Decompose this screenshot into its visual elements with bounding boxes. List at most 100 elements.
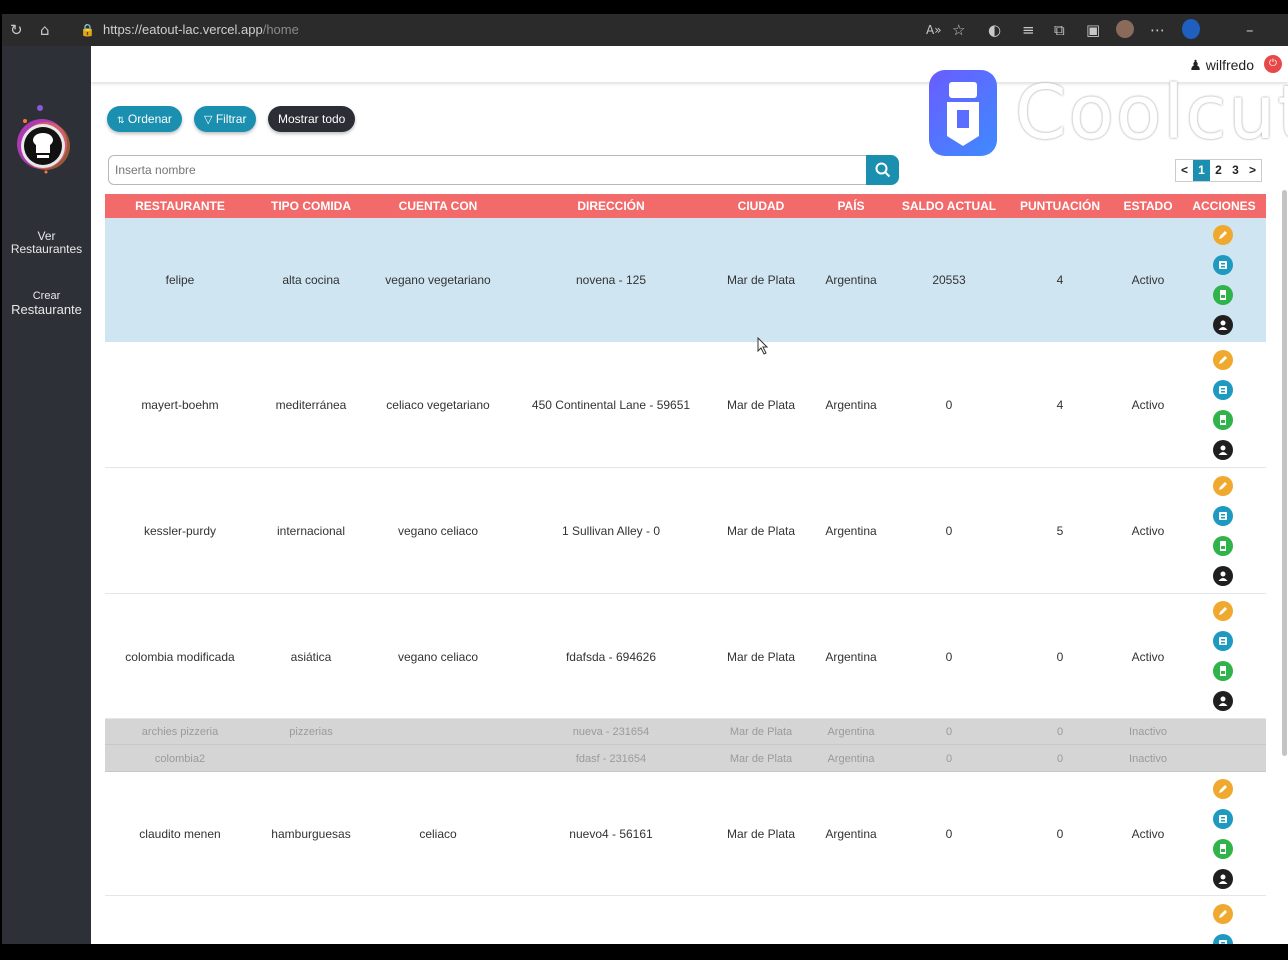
edit-icon[interactable]	[1213, 601, 1233, 621]
filter-button[interactable]: ▽ Filtrar	[194, 106, 257, 132]
column-header: CUENTA CON	[398, 199, 478, 213]
cell-balance: 20553	[932, 273, 966, 287]
read-aloud-icon[interactable]: A»	[926, 20, 942, 40]
menu-icon[interactable]	[1213, 934, 1233, 944]
minimize-icon[interactable]: –	[1246, 20, 1254, 40]
pagination-next[interactable]: >	[1244, 160, 1261, 181]
cell-status: Activo	[1131, 273, 1165, 287]
cell-name: colombia modificada	[125, 649, 235, 664]
table-row[interactable]: claudito menen hamburguesas celiaco nuevo4 …	[105, 772, 1266, 896]
cell-features: vegano vegetariano	[385, 273, 491, 287]
favorites-list-icon[interactable]: ≡	[1022, 20, 1035, 40]
sidebar-item-line2: Restaurantes	[10, 242, 83, 256]
document-icon[interactable]	[1213, 535, 1233, 556]
scrollbar[interactable]	[1282, 190, 1287, 756]
edit-icon[interactable]	[1213, 778, 1233, 799]
cell-balance: 0	[945, 524, 953, 538]
sidebar-item-ver-restaurantes[interactable]: Ver Restaurantes	[2, 230, 91, 256]
document-icon[interactable]	[1213, 838, 1233, 859]
cell-city: Mar de Plata	[726, 649, 796, 664]
filter-icon: ▽	[204, 114, 213, 126]
refresh-icon[interactable]: ↻	[10, 20, 23, 40]
column-header: RESTAURANTE	[135, 199, 225, 213]
sort-icon: ⇅	[117, 115, 125, 125]
user-icon[interactable]	[1213, 691, 1233, 711]
table-row[interactable]: mayert-boehm mediterránea celiaco vegetari…	[105, 342, 1266, 468]
address-bar[interactable]: https://eatout-lac.vercel.app/home	[103, 22, 299, 37]
browser-chrome: ↻ ⌂ 🔒 https://eatout-lac.vercel.app/home…	[0, 0, 1288, 46]
home-icon[interactable]: ⌂	[40, 20, 50, 40]
more-icon[interactable]: ⋯	[1150, 20, 1165, 40]
search-button[interactable]	[866, 155, 899, 185]
cell-city: Mar de Plata	[729, 752, 793, 765]
bing-icon[interactable]	[1182, 19, 1200, 39]
cell-address: 1 Sullivan Alley - 0	[561, 524, 661, 538]
cell-address: nuevo4 - 56161	[569, 827, 653, 841]
cell-type: internacional	[276, 524, 346, 538]
menu-icon[interactable]	[1213, 631, 1233, 651]
edit-icon[interactable]	[1213, 475, 1233, 496]
favorite-icon[interactable]: ☆	[952, 20, 965, 40]
sidebar-item-crear-restaurante[interactable]: Crear Restaurante	[2, 289, 91, 317]
row-actions	[1213, 475, 1233, 586]
pagination-page-1[interactable]: 1	[1193, 160, 1210, 181]
user-icon[interactable]	[1213, 315, 1233, 335]
menu-icon[interactable]	[1213, 505, 1233, 526]
user-icon[interactable]	[1213, 439, 1233, 460]
row-actions	[1213, 225, 1233, 335]
column-header: PUNTUACIÓN	[1020, 199, 1100, 213]
user-icon[interactable]	[1213, 565, 1233, 586]
cell-features: celiaco	[419, 827, 457, 841]
cell-name: mayert-boehm	[141, 398, 219, 412]
row-actions	[1213, 904, 1233, 944]
cell-address: nueva - 231654	[572, 726, 650, 738]
cell-name: colombia2	[154, 752, 206, 765]
lock-icon: 🔒	[80, 23, 95, 37]
menu-icon[interactable]	[1213, 808, 1233, 829]
cell-balance: 0	[945, 398, 953, 412]
order-button[interactable]: ⇅ Ordenar	[107, 106, 182, 132]
table-row[interactable]: kessler-purdy internacional vegano celiaco…	[105, 468, 1266, 594]
table-row[interactable]: felipe alta cocina vegano vegetariano noven…	[105, 218, 1266, 342]
extensions-icon[interactable]: ◐	[988, 20, 1001, 40]
user-icon[interactable]	[1213, 868, 1233, 889]
edit-icon[interactable]	[1213, 225, 1233, 245]
cell-country: Argentina	[825, 398, 877, 412]
table-row[interactable]: archies pizzeria pizzerias nueva - 231654 M…	[105, 719, 1266, 745]
edit-icon[interactable]	[1213, 349, 1233, 370]
menu-icon[interactable]	[1213, 379, 1233, 400]
table-row[interactable]	[105, 896, 1266, 944]
pagination-prev[interactable]: <	[1176, 160, 1193, 181]
collections-icon[interactable]: ⧉	[1054, 20, 1065, 40]
cell-score: 5	[1056, 524, 1064, 538]
table-header: RESTAURANTE TIPO COMIDA CUENTA CON DIREC…	[105, 194, 1266, 218]
pagination-page-2[interactable]: 2	[1210, 160, 1227, 181]
document-icon[interactable]	[1213, 409, 1233, 430]
cell-city: Mar de Plata	[726, 398, 796, 412]
document-icon[interactable]	[1213, 285, 1233, 305]
cell-country: Argentina	[825, 827, 877, 841]
show-all-button[interactable]: Mostrar todo	[268, 106, 356, 132]
wallet-icon[interactable]: ▣	[1086, 20, 1100, 40]
cell-name: archies pizzeria	[141, 726, 219, 738]
main-content: ♟ wilfredo ⏻ Coolcut ⇅ Ordenar ▽ Filtrar…	[91, 46, 1288, 944]
menu-icon[interactable]	[1213, 255, 1233, 275]
pagination-page-3[interactable]: 3	[1227, 160, 1244, 181]
cell-name: claudito menen	[139, 827, 221, 841]
cell-score: 4	[1056, 273, 1064, 287]
profile-avatar-icon[interactable]	[1116, 20, 1134, 38]
edit-icon[interactable]	[1213, 904, 1233, 924]
cell-status: Inactivo	[1129, 726, 1167, 738]
cell-balance: 0	[945, 827, 953, 841]
cell-status: Activo	[1131, 524, 1165, 538]
cell-city: Mar de Plata	[726, 273, 796, 287]
table-row[interactable]: colombia modificada asiática vegano celiac…	[105, 594, 1266, 719]
cell-score: 0	[1056, 726, 1064, 738]
table-row[interactable]: colombia2 fdasf - 231654 Mar de Plata Argen…	[105, 745, 1266, 772]
cell-address: fdafsda - 694626	[565, 649, 657, 664]
sidebar-item-line1: Crear	[32, 290, 61, 302]
search-input[interactable]	[108, 155, 867, 185]
row-actions	[1213, 778, 1233, 889]
document-icon[interactable]	[1213, 661, 1233, 681]
cell-status: Inactivo	[1129, 752, 1167, 765]
